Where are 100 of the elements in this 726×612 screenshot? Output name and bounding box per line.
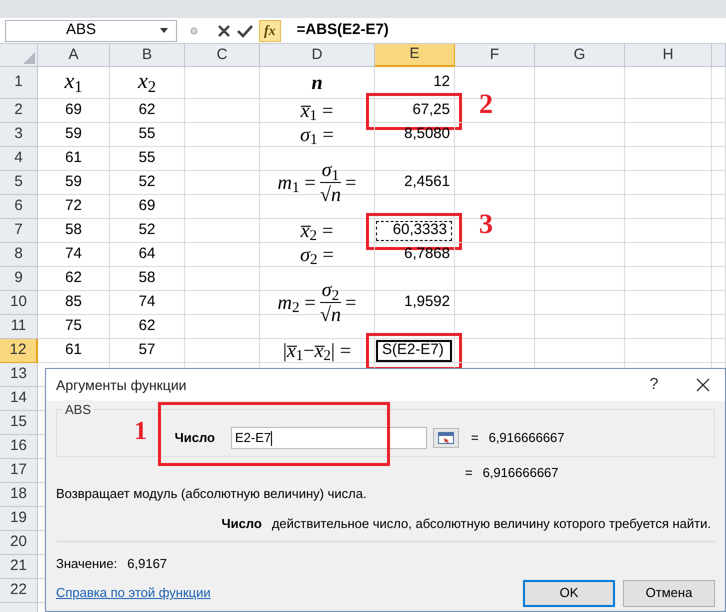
grid-cell[interactable] [535,267,625,291]
grid-cell[interactable] [375,147,455,171]
grid-cell[interactable] [712,195,726,219]
row-header[interactable]: 22 [0,579,38,603]
grid-cell[interactable] [625,267,712,291]
row-header[interactable]: 19 [0,507,38,531]
column-header[interactable]: B [110,44,185,67]
grid-cell[interactable] [535,219,625,243]
grid-cell[interactable] [455,339,535,363]
row-header[interactable]: 16 [0,435,38,459]
row-header[interactable]: 1 [0,67,38,99]
grid-cell[interactable] [535,171,625,195]
grid-cell[interactable] [712,67,726,99]
row-header[interactable]: 17 [0,459,38,483]
row-header[interactable]: 6 [0,195,38,219]
row-header[interactable]: 9 [0,267,38,291]
grid-cell[interactable] [535,315,625,339]
cell-editor[interactable]: S(E2-E7) [376,340,452,362]
grid-cell[interactable] [455,267,535,291]
row-header[interactable]: 11 [0,315,38,339]
grid-cell[interactable] [625,171,712,195]
grid-cell[interactable] [625,99,712,123]
select-all-icon[interactable] [23,52,35,64]
grid-cell[interactable] [375,267,455,291]
grid-cell[interactable] [535,291,625,315]
grid-cell[interactable] [455,171,535,195]
grid-cell[interactable] [185,195,260,219]
grid-cell[interactable] [185,67,260,99]
row-header[interactable]: 21 [0,555,38,579]
row-header[interactable]: 12 [0,339,38,363]
grid-cell[interactable] [455,291,535,315]
grid-cell[interactable] [625,123,712,147]
grid-cell[interactable] [185,243,260,267]
row-header[interactable]: 14 [0,387,38,411]
grid-cell[interactable] [712,171,726,195]
grid-cell[interactable] [712,315,726,339]
grid-cell[interactable] [535,123,625,147]
column-header[interactable]: G [535,44,625,67]
row-header[interactable]: 7 [0,219,38,243]
grid-cell[interactable] [712,99,726,123]
grid-cell[interactable] [185,99,260,123]
grid-cell[interactable] [625,67,712,99]
grid-cell[interactable] [535,195,625,219]
grid-cell[interactable] [712,123,726,147]
column-header[interactable]: H [625,44,712,67]
row-header[interactable]: 3 [0,123,38,147]
grid-cell[interactable] [185,219,260,243]
grid-cell[interactable] [535,147,625,171]
row-header[interactable]: 18 [0,483,38,507]
grid-cell[interactable] [712,219,726,243]
row-header[interactable]: 10 [0,291,38,315]
column-header[interactable] [712,44,726,67]
grid-cell[interactable] [625,219,712,243]
grid-cell[interactable] [625,315,712,339]
grid-cell[interactable] [185,267,260,291]
grid-cell[interactable] [375,315,455,339]
column-header[interactable]: D [260,44,375,67]
grid-cell[interactable] [535,243,625,267]
name-box[interactable]: ABS [5,20,177,42]
cancel-icon[interactable] [217,24,231,38]
row-header[interactable]: 8 [0,243,38,267]
row-header[interactable]: 2 [0,99,38,123]
grid-cell[interactable] [712,147,726,171]
help-button[interactable]: ? [639,373,669,397]
column-header[interactable]: F [455,44,535,67]
collapse-dialog-button[interactable] [433,428,459,448]
row-header[interactable]: 15 [0,411,38,435]
grid-cell[interactable] [185,315,260,339]
grid-cell[interactable] [625,147,712,171]
grid-cell[interactable] [712,291,726,315]
grid-cell[interactable] [535,67,625,99]
grid-cell[interactable] [625,291,712,315]
grid-cell[interactable] [625,195,712,219]
column-header[interactable]: A [38,44,110,67]
grid-cell[interactable] [535,99,625,123]
column-header[interactable]: E [375,44,455,67]
row-header[interactable]: 20 [0,531,38,555]
column-header[interactable]: C [185,44,260,67]
grid-cell[interactable] [712,267,726,291]
dialog-button[interactable]: Отмена [623,580,715,606]
grid-cell[interactable] [185,123,260,147]
help-link[interactable]: Справка по этой функции [56,583,211,603]
grid-cell[interactable] [625,243,712,267]
argument-input[interactable]: E2-E7 [231,427,427,449]
grid-cell[interactable] [535,339,625,363]
grid-cell[interactable] [455,243,535,267]
row-header[interactable]: 13 [0,363,38,387]
grid-cell[interactable] [185,147,260,171]
grid-cell[interactable] [712,243,726,267]
insert-function-button[interactable]: fx [259,20,281,42]
grid-cell[interactable] [185,171,260,195]
grid-cell[interactable] [455,315,535,339]
dialog-button[interactable]: OK [523,580,615,606]
grid-cell[interactable] [185,291,260,315]
grid-cell[interactable] [455,147,535,171]
grid-cell[interactable] [712,339,726,363]
row-header[interactable]: 4 [0,147,38,171]
grid-cell[interactable] [455,123,535,147]
row-header[interactable]: 5 [0,171,38,195]
check-icon[interactable] [237,24,253,38]
